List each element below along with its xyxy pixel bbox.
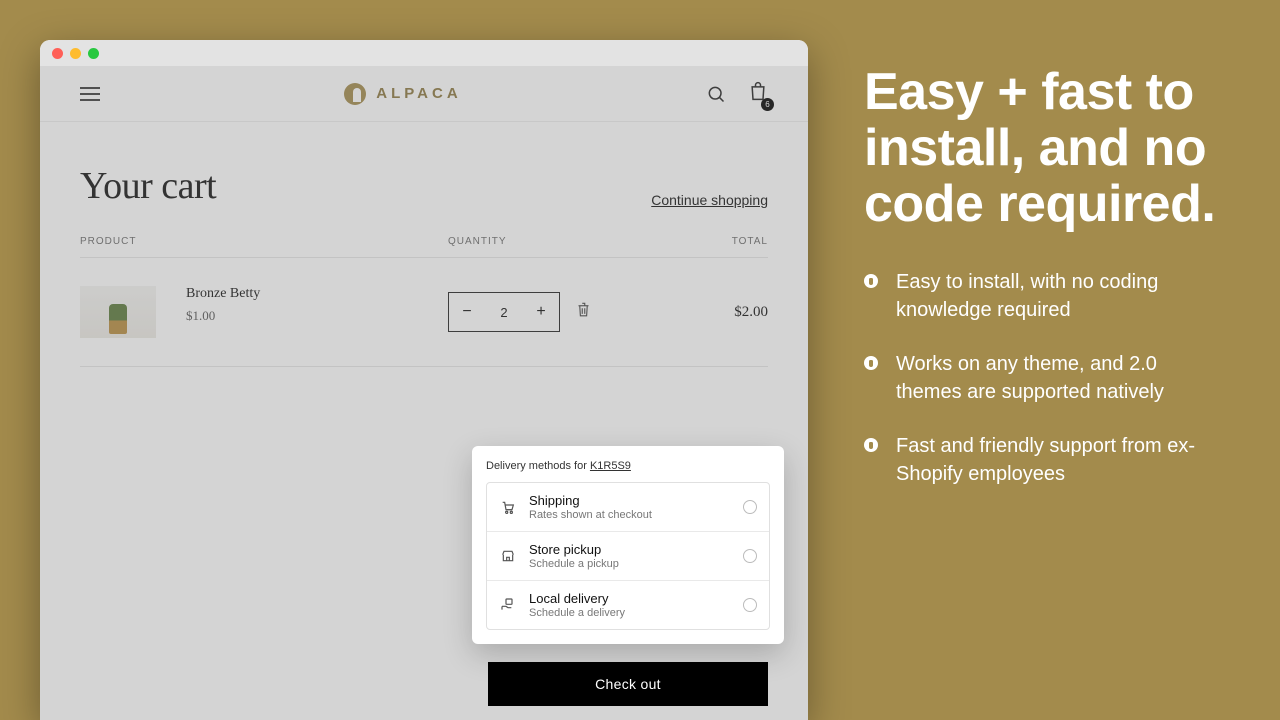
hamburger-icon[interactable] bbox=[80, 87, 100, 101]
delivery-option-store-pickup[interactable]: Store pickup Schedule a pickup bbox=[487, 531, 769, 580]
marketing-headline: Easy + fast to install, and no code requ… bbox=[864, 64, 1224, 232]
delivery-option-local-delivery[interactable]: Local delivery Schedule a delivery bbox=[487, 580, 769, 629]
delivery-hand-icon bbox=[499, 597, 517, 613]
quantity-stepper: − 2 + bbox=[448, 292, 560, 332]
quantity-value: 2 bbox=[485, 305, 523, 320]
store-page: ALPACA 6 Your cart Continue s bbox=[40, 66, 808, 720]
delivery-zip-link[interactable]: K1R5S9 bbox=[590, 460, 631, 472]
cart-row: Bronze Betty $1.00 − 2 + bbox=[80, 258, 768, 367]
quantity-increase-button[interactable]: + bbox=[523, 303, 559, 321]
delivery-option-sub: Schedule a delivery bbox=[529, 607, 731, 619]
delivery-option-name: Local delivery bbox=[529, 591, 731, 606]
radio-icon[interactable] bbox=[743, 549, 757, 563]
page-title: Your cart bbox=[80, 164, 216, 208]
cart-table: PRODUCT QUANTITY TOTAL Bronze Betty $1.0… bbox=[80, 236, 768, 367]
window-zoom-icon[interactable] bbox=[88, 48, 99, 59]
marketing-bullet: Works on any theme, and 2.0 themes are s… bbox=[864, 350, 1212, 406]
delivery-methods-popover: Delivery methods for K1R5S9 Shipping Rat… bbox=[472, 446, 784, 644]
brand-mark-icon bbox=[344, 83, 366, 105]
store-icon bbox=[499, 548, 517, 564]
delivery-option-name: Store pickup bbox=[529, 542, 731, 557]
delivery-option-sub: Schedule a pickup bbox=[529, 558, 731, 570]
browser-window: ALPACA 6 Your cart Continue s bbox=[40, 40, 808, 720]
bullet-icon bbox=[864, 274, 878, 288]
radio-icon[interactable] bbox=[743, 598, 757, 612]
brand-name: ALPACA bbox=[376, 85, 461, 102]
bullet-icon bbox=[864, 356, 878, 370]
product-name[interactable]: Bronze Betty bbox=[186, 286, 260, 302]
marketing-bullet: Fast and friendly support from ex-Shopif… bbox=[864, 432, 1212, 488]
checkout-button-label: Check out bbox=[595, 676, 661, 692]
window-titlebar bbox=[40, 40, 808, 66]
marketing-panel: Easy + fast to install, and no code requ… bbox=[864, 64, 1224, 514]
window-close-icon[interactable] bbox=[52, 48, 63, 59]
cart-icon[interactable]: 6 bbox=[748, 80, 768, 107]
radio-icon[interactable] bbox=[743, 500, 757, 514]
product-unit-price: $1.00 bbox=[186, 308, 260, 324]
marketing-bullet-text: Works on any theme, and 2.0 themes are s… bbox=[896, 350, 1212, 406]
marketing-bullets: Easy to install, with no coding knowledg… bbox=[864, 268, 1212, 488]
delivery-popover-title: Delivery methods for K1R5S9 bbox=[486, 460, 770, 472]
brand-logo[interactable]: ALPACA bbox=[344, 83, 461, 105]
marketing-bullet-text: Easy to install, with no coding knowledg… bbox=[896, 268, 1212, 324]
continue-shopping-link[interactable]: Continue shopping bbox=[651, 192, 768, 208]
delivery-title-prefix: Delivery methods for bbox=[486, 460, 590, 472]
store-header: ALPACA 6 bbox=[40, 66, 808, 122]
column-header-quantity: QUANTITY bbox=[448, 236, 648, 247]
quantity-decrease-button[interactable]: − bbox=[449, 303, 485, 321]
cart-main: Your cart Continue shopping PRODUCT QUAN… bbox=[40, 122, 808, 367]
column-header-product: PRODUCT bbox=[80, 236, 448, 247]
delivery-option-shipping[interactable]: Shipping Rates shown at checkout bbox=[487, 483, 769, 531]
search-icon[interactable] bbox=[706, 84, 726, 104]
line-total: $2.00 bbox=[648, 304, 768, 321]
delivery-option-sub: Rates shown at checkout bbox=[529, 509, 731, 521]
bullet-icon bbox=[864, 438, 878, 452]
checkout-button[interactable]: Check out bbox=[488, 662, 768, 706]
delivery-option-name: Shipping bbox=[529, 493, 731, 508]
delivery-options-list: Shipping Rates shown at checkout Store p… bbox=[486, 482, 770, 630]
cart-count-badge: 6 bbox=[761, 98, 774, 111]
marketing-bullet-text: Fast and friendly support from ex-Shopif… bbox=[896, 432, 1212, 488]
plant-icon bbox=[109, 304, 127, 334]
marketing-bullet: Easy to install, with no coding knowledg… bbox=[864, 268, 1212, 324]
shipping-cart-icon bbox=[499, 499, 517, 515]
column-header-total: TOTAL bbox=[648, 236, 768, 247]
trash-icon[interactable] bbox=[576, 301, 591, 323]
product-thumbnail[interactable] bbox=[80, 286, 156, 338]
window-minimize-icon[interactable] bbox=[70, 48, 81, 59]
